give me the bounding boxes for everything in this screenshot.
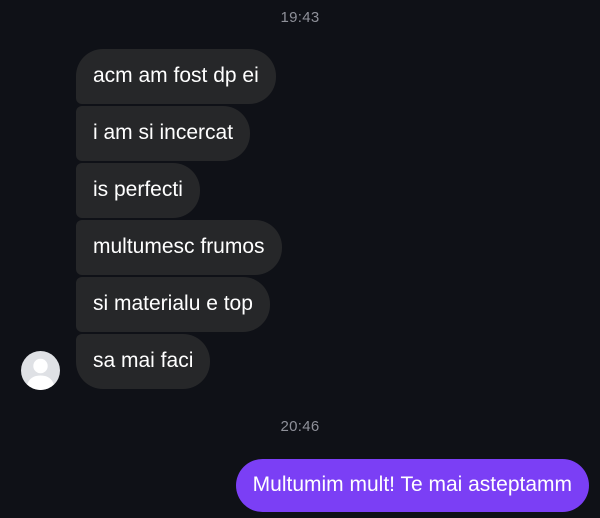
outgoing-message-bubble[interactable]: Multumim mult! Te mai asteptamm (235, 459, 589, 512)
person-silhouette-icon (26, 358, 55, 390)
message-timestamp: 20:46 (280, 418, 320, 435)
incoming-message-bubble[interactable]: i am si incercat (76, 106, 251, 161)
incoming-message-bubble[interactable]: acm am fost dp ei (76, 49, 276, 104)
incoming-message-group: acm am fost dp ei i am si incercat is pe… (76, 49, 282, 389)
incoming-message-bubble[interactable]: sa mai faci (76, 334, 211, 389)
incoming-message-bubble[interactable]: multumesc frumos (76, 220, 282, 275)
default-user-avatar-icon[interactable] (21, 351, 60, 390)
incoming-message-bubble[interactable]: si materialu e top (76, 277, 270, 332)
message-timestamp: 19:43 (280, 9, 320, 26)
incoming-message-bubble[interactable]: is perfecti (76, 163, 200, 218)
